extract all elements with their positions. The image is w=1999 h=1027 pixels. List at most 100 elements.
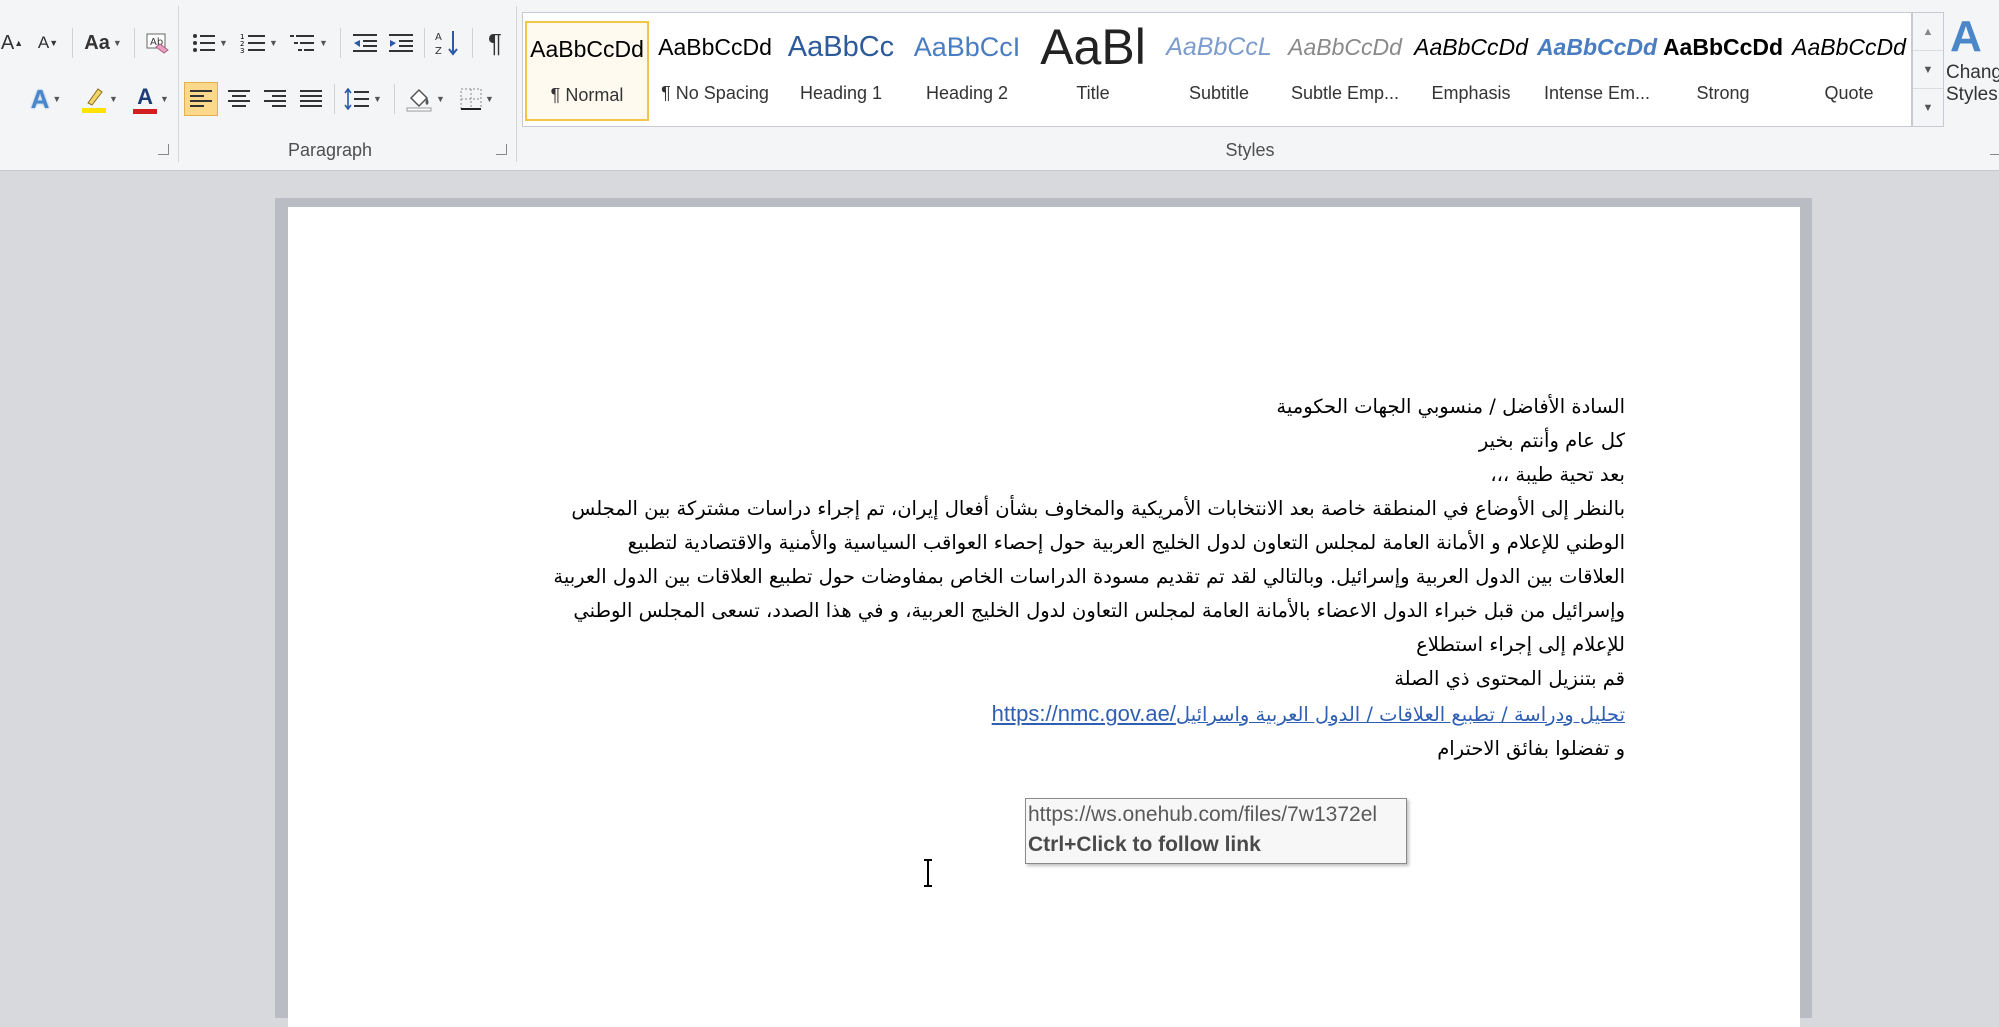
style-sample: AaBbCcDd: [1792, 34, 1906, 60]
style-title[interactable]: AaBl Title: [1031, 21, 1155, 127]
change-case-button[interactable]: Aa ▼: [80, 28, 126, 58]
style-subtle-emphasis[interactable]: AaBbCcDd Subtle Emp...: [1283, 21, 1407, 127]
gallery-more-button[interactable]: ▼: [1913, 89, 1943, 126]
style-name: Intense Em...: [1543, 83, 1651, 103]
font-dialog-launcher[interactable]: [158, 144, 169, 155]
text-effects-button[interactable]: A ▼: [22, 84, 70, 114]
doc-closing: و تفضلوا بفائق الاحترام: [1437, 737, 1625, 760]
doc-line-7: وإسرائيل من قبل خبراء الدول الاعضاء بالأ…: [573, 599, 1625, 622]
tooltip-url: https://ws.onehub.com/files/7w1372el: [1028, 803, 1378, 826]
show-formatting-button[interactable]: ¶: [478, 28, 512, 58]
styles-group-label: Styles: [1225, 140, 1275, 160]
decrease-indent-icon: [353, 34, 377, 52]
line-spacing-button[interactable]: ▼: [340, 84, 386, 114]
numbering-button[interactable]: 1 2 3 ▼: [236, 28, 282, 58]
document-body[interactable]: السادة الأفاضل / منسوبي الجهات الحكومية …: [478, 207, 1625, 1007]
chevron-down-icon: ▼: [1922, 63, 1934, 76]
style-normal[interactable]: AaBbCcDd ¶ Normal: [525, 21, 649, 121]
styles-gallery: AaBbCcDd ¶ Normal AaBbCcDd ¶ No Spacing …: [522, 12, 1912, 127]
bullets-icon: [193, 34, 216, 52]
shading-button[interactable]: ▼: [400, 84, 450, 114]
gallery-down-button[interactable]: ▼: [1913, 51, 1943, 89]
style-sample: AaBbCcDd: [1536, 34, 1658, 60]
document-workspace: السادة الأفاضل / منسوبي الجهات الحكومية …: [0, 171, 1999, 1027]
style-sample: AaBbCcL: [1166, 33, 1272, 61]
font-color-button[interactable]: A ▼: [128, 84, 174, 114]
tooltip-hint: Ctrl+Click to follow link: [1028, 833, 1261, 856]
increase-indent-icon: [389, 34, 413, 52]
grow-font-button[interactable]: A ▲: [0, 28, 24, 58]
doc-line-1: السادة الأفاضل / منسوبي الجهات الحكومية: [1276, 395, 1625, 418]
style-sample: AaBbCcDd: [1414, 34, 1528, 60]
style-name: Quote: [1824, 83, 1874, 103]
change-styles-label-2: Styles: [1946, 84, 1998, 105]
hyperlink-url-text[interactable]: https://nmc.gov.ae/: [992, 701, 1176, 726]
borders-icon: [460, 88, 482, 110]
paint-bucket-icon: [406, 88, 432, 112]
style-sample: AaBbCc: [787, 31, 895, 63]
document-page[interactable]: السادة الأفاضل / منسوبي الجهات الحكومية …: [288, 207, 1800, 1027]
doc-line-6: العلاقات بين الدول العربية وإسرائيل. وبا…: [553, 565, 1625, 588]
hyperlink[interactable]: تحليل ودراسة / تطبيع العلاقات / الدول ال…: [905, 701, 1625, 727]
justify-button[interactable]: [294, 84, 328, 114]
sort-button[interactable]: AZ: [430, 28, 464, 58]
sort-az-icon: AZ: [435, 31, 458, 57]
grow-font-icon: A: [0, 31, 15, 54]
clear-formatting-icon: Ab: [146, 33, 169, 54]
text-effects-icon: A: [30, 83, 50, 114]
styles-dialog-launcher[interactable]: [1990, 144, 1999, 155]
numbering-icon: 123: [240, 33, 266, 54]
change-styles-button[interactable]: A Change Styles: [1944, 12, 1999, 137]
shrink-font-button[interactable]: A ▼: [34, 28, 62, 58]
align-center-icon: [228, 90, 250, 107]
highlight-color-button[interactable]: ▼: [76, 84, 124, 114]
style-sample: AaBbCcDd: [658, 34, 772, 60]
style-subtitle[interactable]: AaBbCcL Subtitle: [1157, 21, 1281, 127]
line-spacing-icon: [344, 88, 370, 110]
doc-line-3: بعد تحية طيبة ،،،: [1490, 463, 1625, 486]
svg-text:Z: Z: [435, 46, 442, 57]
align-right-button[interactable]: [258, 84, 292, 114]
style-intense-emphasis[interactable]: AaBbCcDd Intense Em...: [1535, 21, 1659, 127]
multilevel-list-button[interactable]: ▼: [286, 28, 332, 58]
gallery-up-button[interactable]: ▲: [1913, 13, 1943, 51]
chevron-up-icon: ▲: [1922, 25, 1934, 38]
borders-button[interactable]: ▼: [454, 84, 500, 114]
change-styles-icon: A: [1950, 12, 1982, 61]
align-center-button[interactable]: [222, 84, 256, 114]
shrink-font-icon: A: [37, 33, 50, 52]
bullets-button[interactable]: ▼: [188, 28, 232, 58]
align-left-button[interactable]: [184, 82, 218, 116]
doc-line-2: كل عام وأنتم بخير: [1478, 429, 1625, 452]
style-name: Title: [1076, 83, 1110, 103]
svg-text:3: 3: [240, 47, 244, 54]
style-emphasis[interactable]: AaBbCcDd Emphasis: [1409, 21, 1533, 127]
align-right-icon: [264, 90, 286, 107]
align-left-icon: [190, 90, 212, 107]
style-strong[interactable]: AaBbCcDd Strong: [1661, 21, 1785, 127]
style-sample: AaBbCcI: [913, 32, 1021, 62]
style-heading-1[interactable]: AaBbCc Heading 1: [779, 21, 903, 127]
clear-formatting-button[interactable]: Ab: [140, 28, 174, 58]
svg-text:A: A: [435, 32, 442, 43]
font-color-letter: A: [137, 84, 153, 109]
decrease-indent-button[interactable]: [348, 28, 382, 58]
style-heading-2[interactable]: AaBbCcI Heading 2: [905, 21, 1029, 127]
hyperlink-arabic-text[interactable]: تحليل ودراسة / تطبيع العلاقات / الدول ال…: [1176, 703, 1625, 726]
justify-icon: [300, 90, 322, 107]
text-cursor-icon: [924, 859, 932, 887]
increase-indent-button[interactable]: [384, 28, 418, 58]
style-name: Heading 2: [925, 83, 1009, 103]
multilevel-list-icon: [290, 35, 315, 51]
style-name: Strong: [1696, 83, 1750, 103]
style-name: ¶ No Spacing: [661, 83, 769, 103]
style-sample: AaBbCcDd: [1662, 34, 1784, 60]
style-no-spacing[interactable]: AaBbCcDd ¶ No Spacing: [653, 21, 777, 127]
style-quote[interactable]: AaBbCcDd Quote: [1787, 21, 1911, 127]
style-sample: AaBl: [1040, 21, 1146, 73]
paragraph-dialog-launcher[interactable]: [496, 144, 507, 155]
change-styles-label: Change: [1946, 62, 1999, 83]
style-sample: AaBbCcDd: [1288, 34, 1402, 60]
gallery-scroll: ▲ ▼ ▼: [1912, 12, 1944, 127]
doc-line-4: بالنظر إلى الأوضاع في المنطقة خاصة بعد ا…: [571, 497, 1625, 520]
